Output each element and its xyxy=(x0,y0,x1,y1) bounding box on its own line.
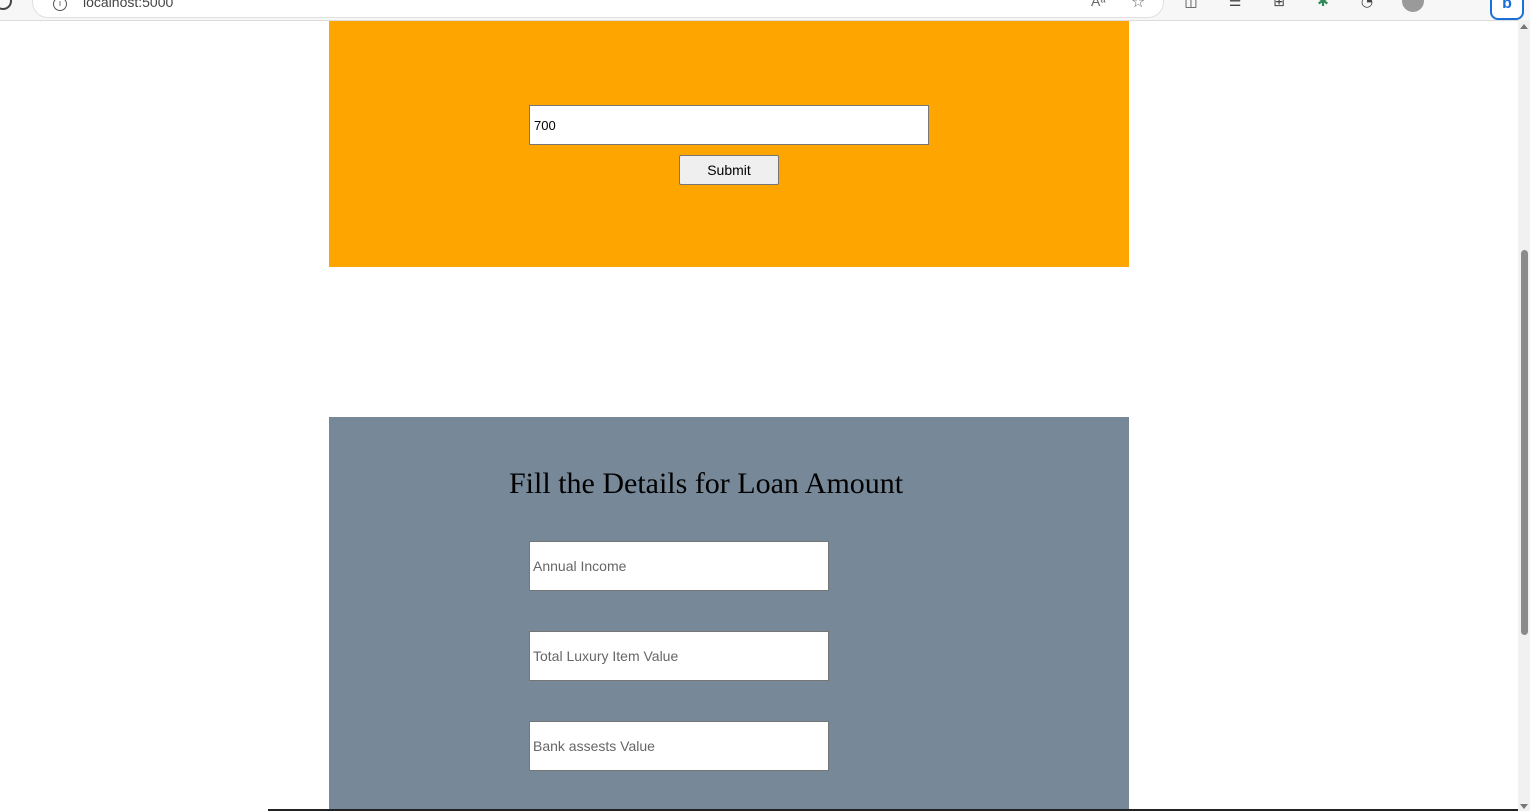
favorites-list-icon[interactable]: ☰ xyxy=(1226,0,1244,12)
more-icon[interactable]: ··· xyxy=(1450,0,1468,9)
collections-icon[interactable]: ⊞ xyxy=(1270,0,1288,12)
scroll-down-arrow-icon[interactable] xyxy=(1520,804,1528,809)
loan-details-section: Fill the Details for Loan Amount xyxy=(329,417,1129,811)
luxury-item-value-input[interactable] xyxy=(529,631,829,681)
bank-assets-value-input[interactable] xyxy=(529,721,829,771)
page-scrollbar[interactable] xyxy=(1518,20,1530,811)
loan-form-title: Fill the Details for Loan Amount xyxy=(509,467,904,500)
url-text[interactable]: localhost:5000 xyxy=(83,0,173,10)
annual-income-input[interactable] xyxy=(529,541,829,591)
notifications-icon[interactable]: ◔ xyxy=(1358,0,1376,12)
info-icon[interactable]: i xyxy=(53,0,67,11)
profile-icon[interactable] xyxy=(1402,0,1424,12)
address-bar[interactable]: i localhost:5000 Aᵃ ☆ xyxy=(32,0,1164,18)
score-input[interactable] xyxy=(529,105,929,145)
submit-button[interactable]: Submit xyxy=(679,155,779,185)
scroll-up-arrow-icon[interactable] xyxy=(1520,24,1528,29)
credit-score-section: Submit xyxy=(329,21,1129,267)
read-aloud-icon[interactable]: Aᵃ xyxy=(1091,0,1106,9)
scroll-thumb[interactable] xyxy=(1521,250,1528,635)
favorite-star-icon[interactable]: ☆ xyxy=(1131,0,1145,11)
extensions-icon[interactable]: ✱ xyxy=(1314,0,1332,12)
reload-icon[interactable] xyxy=(0,0,12,10)
split-screen-icon[interactable]: ◫ xyxy=(1182,0,1200,12)
bing-chat-icon[interactable]: b xyxy=(1490,0,1524,20)
browser-toolbar: i localhost:5000 Aᵃ ☆ ◫ ☰ ⊞ ✱ ◔ ··· b xyxy=(0,0,1530,21)
